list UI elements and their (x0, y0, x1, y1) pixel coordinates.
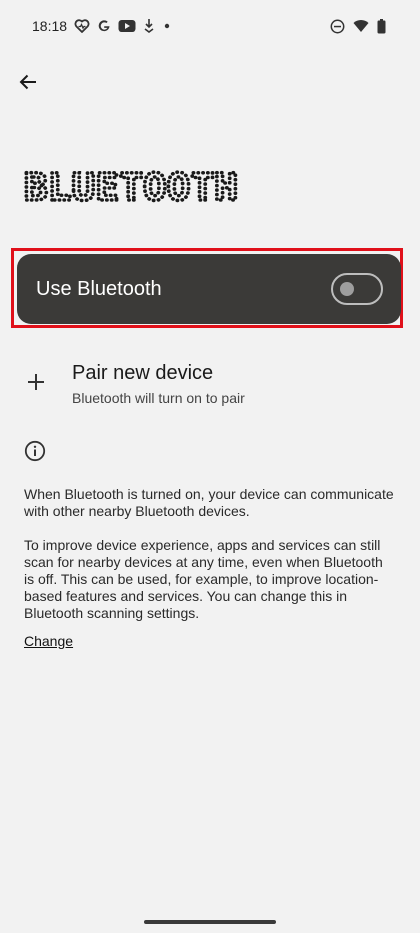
info-icon (24, 440, 46, 462)
google-icon (98, 20, 110, 32)
status-time: 18:18 (32, 18, 68, 34)
use-bluetooth-label: Use Bluetooth (36, 277, 162, 300)
pair-new-device-title: Pair new device (72, 362, 214, 384)
youtube-icon (118, 20, 136, 32)
pair-new-device-row[interactable]: Pair new device Bluetooth will turn on t… (0, 352, 420, 420)
switch-thumb (340, 282, 354, 296)
battery-icon (377, 18, 386, 33)
navigation-handle[interactable] (144, 920, 276, 924)
info-paragraph-1: When Bluetooth is turned on, your device… (24, 486, 394, 519)
plus-icon (28, 374, 44, 390)
system-icons (330, 17, 386, 35)
arrow-back-icon (19, 74, 36, 90)
status-bar: 18:18 (0, 0, 420, 52)
download-icon (144, 19, 154, 33)
wifi-icon (353, 20, 369, 32)
dot-matrix-title: BLUETOOTH (24, 168, 240, 208)
info-paragraph-2: To improve device experience, apps and s… (24, 537, 383, 621)
pair-new-device-subtitle: Bluetooth will turn on to pair (72, 390, 245, 406)
heart-pulse-icon (74, 19, 90, 33)
bluetooth-switch[interactable] (331, 273, 383, 305)
page-title-text: BLUETOOTH (24, 168, 238, 208)
back-button[interactable] (12, 66, 44, 98)
do-not-disturb-icon (330, 19, 345, 33)
dot-icon (164, 23, 170, 29)
page-title: BLUETOOTH (24, 168, 254, 208)
change-link[interactable]: Change (24, 633, 73, 649)
notification-icons (74, 17, 172, 35)
use-bluetooth-toggle-row[interactable]: Use Bluetooth (17, 254, 401, 324)
